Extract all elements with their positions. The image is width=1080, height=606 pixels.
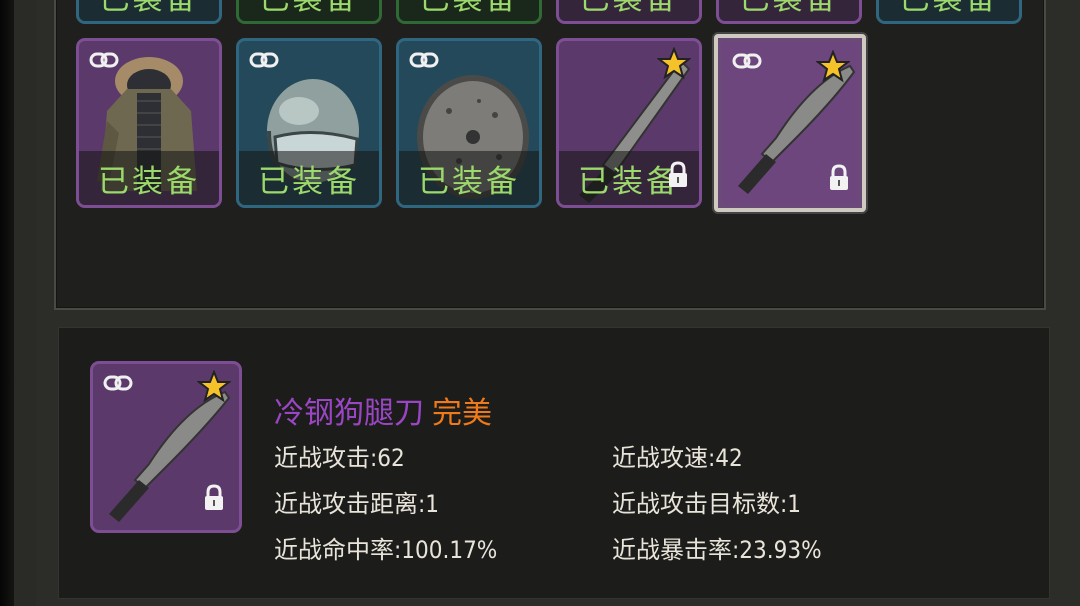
inventory-slot-machete[interactable]: 已装备 (556, 38, 702, 208)
equipped-label: 已装备 (559, 0, 699, 21)
inventory-slot-top-4[interactable]: 已装备 (556, 0, 702, 24)
stat-melee-crit-rate: 近战暴击率:23.93% (612, 536, 822, 564)
stat-melee-speed: 近战攻速:42 (612, 444, 743, 472)
equipped-label: 已装备 (399, 151, 539, 205)
item-name: 冷钢狗腿刀 (274, 396, 424, 431)
bound-chain-icon (732, 53, 762, 69)
equipped-label: 已装备 (79, 0, 219, 21)
equipped-label: 已装备 (239, 151, 379, 205)
inventory-slot-top-3[interactable]: 已装备 (396, 0, 542, 24)
stat-melee-range: 近战攻击距离:1 (274, 490, 440, 518)
detail-item-icon-slot (90, 361, 242, 533)
inventory-slot-top-6[interactable]: 已装备 (876, 0, 1022, 24)
bound-chain-icon (409, 52, 439, 68)
lock-icon (830, 164, 848, 190)
inventory-slot-parka[interactable]: 已装备 (76, 38, 222, 208)
bound-chain-icon (103, 375, 133, 391)
item-quality: 完美 (432, 396, 492, 431)
star-icon (816, 50, 850, 83)
inventory-slot-top-1[interactable]: 已装备 (76, 0, 222, 24)
stat-melee-targets: 近战攻击目标数:1 (612, 490, 802, 518)
equipped-label: 已装备 (79, 151, 219, 205)
bound-chain-icon (89, 52, 119, 68)
stat-melee-hit-rate: 近战命中率:100.17% (274, 536, 498, 564)
equipped-label: 已装备 (879, 0, 1019, 21)
inventory-slot-shield[interactable]: 已装备 (396, 38, 542, 208)
star-icon (197, 370, 231, 403)
inventory-slot-helmet[interactable]: 已装备 (236, 38, 382, 208)
equipped-label: 已装备 (719, 0, 859, 21)
window-frame (14, 0, 38, 606)
inventory-slot-top-5[interactable]: 已装备 (716, 0, 862, 24)
screen-edge (0, 0, 14, 606)
equipped-label: 已装备 (399, 0, 539, 21)
equipped-label: 已装备 (239, 0, 379, 21)
bound-chain-icon (249, 52, 279, 68)
inventory-slot-top-2[interactable]: 已装备 (236, 0, 382, 24)
inventory-slot-kukri-selected[interactable] (714, 34, 866, 212)
lock-icon (205, 484, 223, 510)
stat-melee-attack: 近战攻击:62 (274, 444, 405, 472)
star-icon (657, 47, 691, 80)
item-title: 冷钢狗腿刀 完美 (274, 388, 492, 432)
lock-icon (669, 161, 687, 187)
